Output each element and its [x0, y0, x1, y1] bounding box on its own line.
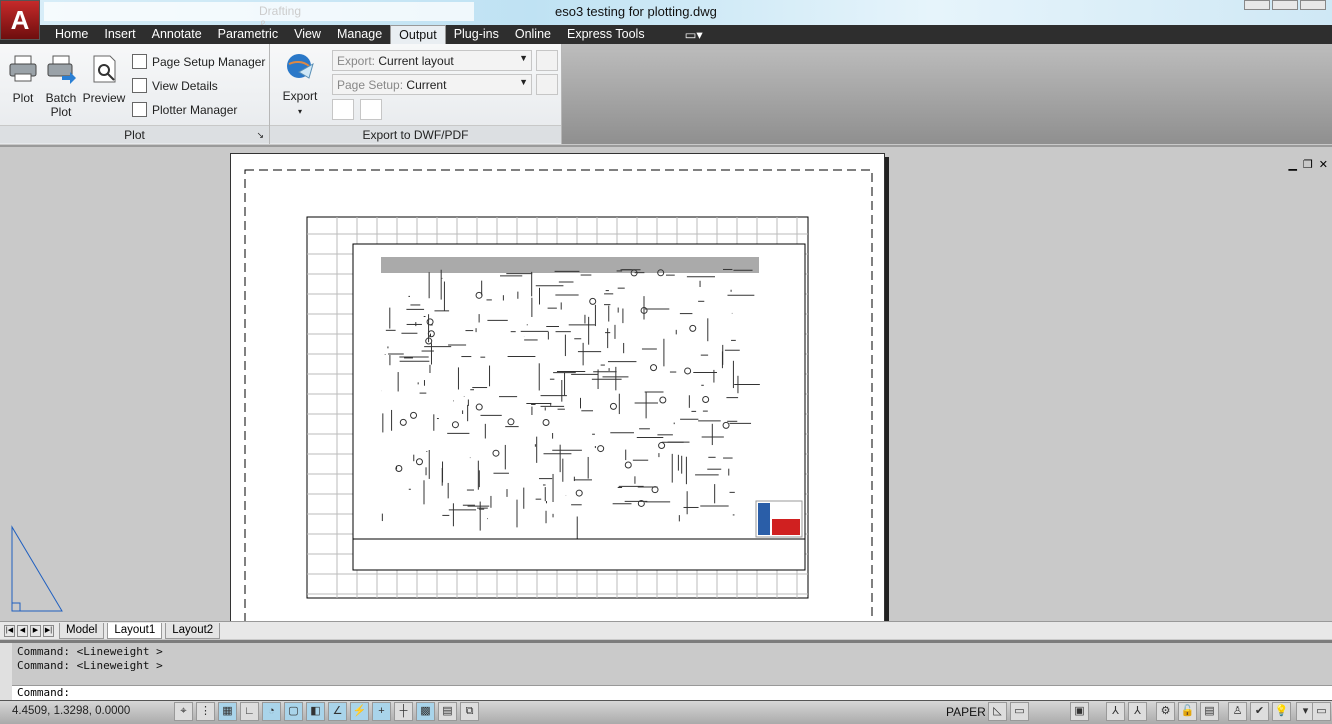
- restore-icon[interactable]: ❐: [1303, 158, 1313, 171]
- isolate-objects-icon[interactable]: ♙: [1228, 702, 1247, 721]
- paper-space-toggle[interactable]: PAPER: [946, 705, 986, 719]
- layout-tabs: |◀ ◀ ▶ ▶| Model Layout1 Layout2: [0, 621, 1332, 639]
- export-panel-title: Export to DWF/PDF: [270, 125, 561, 143]
- workspace-switching-icon[interactable]: ⚙: [1156, 702, 1175, 721]
- polar-icon[interactable]: ◔: [262, 702, 281, 721]
- printer-icon: [9, 55, 37, 82]
- page-setup-combo[interactable]: Page Setup: Current ▼: [332, 74, 532, 95]
- globe-export-icon: [287, 54, 314, 79]
- grid-icon[interactable]: ▦: [218, 702, 237, 721]
- paper-sheet: [230, 153, 886, 631]
- window-select-button[interactable]: [536, 50, 558, 71]
- chevron-down-icon: ▼: [519, 53, 528, 63]
- tab-home[interactable]: Home: [47, 25, 96, 44]
- transparency-icon[interactable]: ▩: [416, 702, 435, 721]
- workspace-switcher[interactable]: Drafting & A...: [44, 2, 474, 46]
- page-setup-override-button[interactable]: [536, 74, 558, 95]
- window-title: eso3 testing for plotting.dwg: [555, 4, 717, 19]
- plotter-manager-button[interactable]: Plotter Manager: [132, 102, 237, 117]
- chevron-down-icon: ▼: [519, 77, 528, 87]
- tab-express-tools[interactable]: Express Tools: [559, 25, 653, 44]
- osnap-icon[interactable]: ▢: [284, 702, 303, 721]
- ribbon-minimize-icon[interactable]: ▭▾: [677, 25, 711, 44]
- hardware-acceleration-icon[interactable]: ▤: [1200, 702, 1219, 721]
- drawing-viewport[interactable]: [231, 154, 886, 631]
- selection-cycling-icon[interactable]: ⧉: [460, 702, 479, 721]
- export-button[interactable]: Export ▾: [280, 52, 320, 119]
- maximize-viewport-icon[interactable]: ▣: [1070, 702, 1089, 721]
- panel-launcher-icon[interactable]: ↘: [256, 126, 264, 144]
- view-details-button[interactable]: View Details: [132, 78, 218, 93]
- lineweight-icon[interactable]: ┼: [394, 702, 413, 721]
- plot-button[interactable]: Plot: [6, 54, 40, 105]
- first-layout-icon[interactable]: |◀: [4, 624, 15, 637]
- batch-plot-button[interactable]: Batch Plot: [44, 54, 78, 119]
- annotation-visibility-icon[interactable]: ⅄: [1128, 702, 1147, 721]
- close-icon[interactable]: ✕: [1319, 158, 1328, 171]
- layout-tab-layout1[interactable]: Layout1: [107, 622, 163, 639]
- batch-printer-icon: [47, 55, 76, 84]
- layout-tab-model[interactable]: Model: [59, 622, 105, 639]
- quick-properties-icon[interactable]: ▤: [438, 702, 457, 721]
- export-options-button[interactable]: [360, 99, 382, 120]
- export-preview-button[interactable]: [332, 99, 354, 120]
- update-icon[interactable]: ✔: [1250, 702, 1269, 721]
- otrack-icon[interactable]: ∠: [328, 702, 347, 721]
- dynamic-input-icon[interactable]: +: [372, 702, 391, 721]
- command-history: Command: <Lineweight > Command: <Lineweig…: [12, 643, 1332, 685]
- minimize-button[interactable]: [1244, 0, 1270, 10]
- tab-parametric[interactable]: Parametric: [210, 25, 286, 44]
- prev-layout-icon[interactable]: ◀: [17, 624, 28, 637]
- export-combo[interactable]: Export: Current layout ▼: [332, 50, 532, 71]
- plot-panel: Plot Batch Plot Preview Page Setup Manage…: [0, 44, 270, 144]
- close-button[interactable]: [1300, 0, 1326, 10]
- tab-plug-ins[interactable]: Plug-ins: [446, 25, 507, 44]
- coordinates-readout[interactable]: 4.4509, 1.3298, 0.0000: [12, 705, 130, 717]
- annotation-scale-icon[interactable]: ⅄: [1106, 702, 1125, 721]
- tab-output[interactable]: Output: [390, 25, 446, 44]
- preview-button[interactable]: Preview: [82, 54, 126, 105]
- viewport-controls: ▁ ❐ ✕: [1288, 158, 1328, 171]
- last-layout-icon[interactable]: ▶|: [43, 624, 54, 637]
- next-layout-icon[interactable]: ▶: [30, 624, 41, 637]
- snap-icon[interactable]: ⋮: [196, 702, 215, 721]
- layout-tab-layout2[interactable]: Layout2: [165, 622, 221, 639]
- quick-view-drawings-icon[interactable]: ▭: [1010, 702, 1029, 721]
- quick-view-layouts-icon[interactable]: ◺: [988, 702, 1007, 721]
- clean-screen-icon[interactable]: ▭: [1312, 702, 1331, 721]
- window-controls: [1244, 0, 1326, 10]
- ribbon-tabs: Home Insert Annotate Parametric View Man…: [0, 25, 1332, 44]
- application-menu-button[interactable]: A: [0, 0, 40, 40]
- 3d-osnap-icon[interactable]: ◧: [306, 702, 325, 721]
- command-input[interactable]: Command:: [12, 685, 1332, 700]
- view-details-icon: [132, 78, 147, 93]
- tab-insert[interactable]: Insert: [96, 25, 143, 44]
- tab-view[interactable]: View: [286, 25, 329, 44]
- infer-constraints-icon[interactable]: ⌖: [174, 702, 193, 721]
- export-panel: Export ▾ Export: Current layout ▼ Page Set…: [270, 44, 562, 144]
- plotter-manager-icon: [132, 102, 147, 117]
- tab-online[interactable]: Online: [507, 25, 559, 44]
- lightbulb-icon[interactable]: 💡: [1272, 702, 1291, 721]
- plot-panel-title[interactable]: Plot ↘: [0, 125, 269, 143]
- ducs-icon[interactable]: ⚡: [350, 702, 369, 721]
- tab-manage[interactable]: Manage: [329, 25, 390, 44]
- ucs-icon: [11, 525, 63, 612]
- tab-annotate[interactable]: Annotate: [144, 25, 210, 44]
- preview-icon: [93, 55, 116, 83]
- minimize-icon[interactable]: ▁: [1288, 158, 1296, 171]
- page-setup-icon: [132, 54, 147, 69]
- ortho-icon[interactable]: ∟: [240, 702, 259, 721]
- page-setup-manager-button[interactable]: Page Setup Manager: [132, 54, 265, 69]
- lock-icon[interactable]: 🔓: [1178, 702, 1197, 721]
- maximize-button[interactable]: [1272, 0, 1298, 10]
